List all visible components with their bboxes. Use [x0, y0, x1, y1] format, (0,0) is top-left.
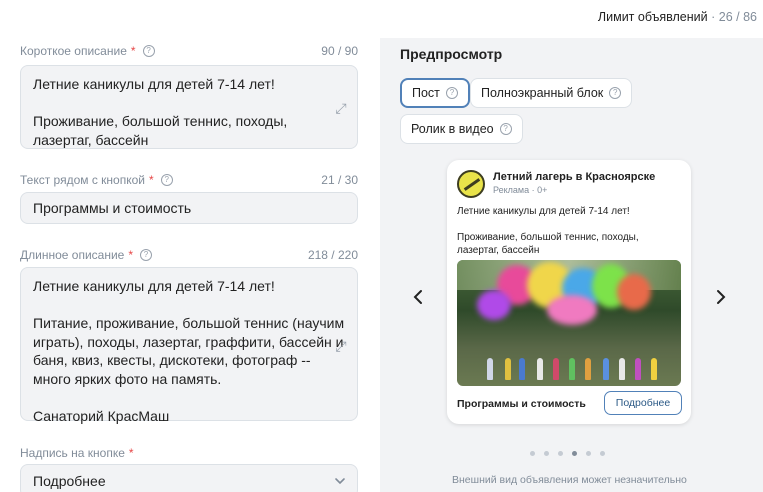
carousel-dot-active[interactable]: [572, 451, 577, 456]
avatar: [457, 170, 485, 198]
short-description-field[interactable]: Летние каникулы для детей 7-14 лет! Прож…: [20, 65, 358, 149]
help-icon[interactable]: ?: [609, 87, 622, 99]
ad-preview-card: Летний лагерь в Красноярске Реклама · 0+…: [447, 160, 691, 424]
help-icon[interactable]: ?: [140, 249, 152, 261]
short-description-counter: 90 / 90: [321, 44, 358, 58]
card-text-line: Летние каникулы для детей 7-14 лет!: [457, 206, 630, 217]
tab-post[interactable]: Пост ?: [400, 78, 470, 108]
card-text-line: Проживание, большой теннис, походы, лазе…: [457, 232, 639, 256]
carousel-dot[interactable]: [544, 451, 549, 456]
long-description-field[interactable]: Летние каникулы для детей 7-14 лет! Пита…: [20, 267, 358, 424]
carousel-dot[interactable]: [586, 451, 591, 456]
tab-video[interactable]: Ролик в видео ?: [400, 114, 523, 144]
long-description-label: Длинное описание * ?: [20, 248, 152, 262]
long-description-value: Летние каникулы для детей 7-14 лет! Пита…: [33, 278, 345, 424]
button-caption-select[interactable]: Подробнее: [20, 464, 358, 492]
chevron-right-icon[interactable]: [711, 288, 729, 306]
button-caption-label: Надпись на кнопке *: [20, 446, 134, 460]
button-text-field[interactable]: Программы и стоимость: [20, 192, 358, 224]
ads-limit-count: · 26 / 86: [711, 10, 757, 24]
carousel-dot[interactable]: [558, 451, 563, 456]
card-more-button[interactable]: Подробнее: [604, 391, 682, 415]
card-photo: [457, 260, 681, 386]
preview-title: Предпросмотр: [400, 46, 503, 62]
carousel-dot[interactable]: [530, 451, 535, 456]
ads-limit-label: Лимит объявлений: [597, 10, 708, 24]
help-icon[interactable]: ?: [160, 174, 173, 186]
help-icon[interactable]: ?: [445, 87, 458, 99]
ads-limit: Лимит объявлений · 26 / 86: [598, 10, 757, 24]
card-button-text: Программы и стоимость: [457, 398, 586, 410]
chevron-down-icon: [335, 478, 345, 485]
required-mark: *: [130, 44, 136, 58]
short-description-value: Летние каникулы для детей 7-14 лет! Прож…: [33, 76, 288, 148]
required-mark: *: [128, 248, 133, 262]
help-icon[interactable]: ?: [499, 123, 512, 135]
carousel-dot[interactable]: [600, 451, 605, 456]
top-bar: Лимит объявлений · 26 / 86: [0, 0, 763, 38]
card-author-name: Летний лагерь в Красноярске: [493, 171, 656, 183]
preview-footnote: Внешний вид объявления может незначитель…: [452, 474, 687, 486]
long-description-counter: 218 / 220: [307, 248, 358, 262]
short-description-label: Короткое описание * ?: [20, 44, 155, 58]
button-text-value: Программы и стоимость: [33, 200, 192, 216]
preview-panel: Предпросмотр Пост ? Полноэкранный блок ?…: [380, 38, 763, 492]
required-mark: *: [149, 173, 154, 187]
chevron-left-icon[interactable]: [410, 288, 428, 306]
ad-form: Короткое описание * ? 90 / 90 Летние кан…: [0, 38, 380, 492]
button-text-counter: 21 / 30: [321, 173, 358, 187]
button-text-label: Текст рядом с кнопкой * ?: [20, 173, 173, 187]
expand-icon[interactable]: ⤢: [333, 338, 349, 354]
card-sub: Реклама · 0+: [493, 185, 548, 195]
tab-fullscreen[interactable]: Полноэкранный блок ?: [470, 78, 633, 108]
expand-icon[interactable]: ⤢: [333, 100, 349, 116]
help-icon[interactable]: ?: [142, 45, 155, 57]
button-caption-value: Подробнее: [33, 473, 106, 489]
required-mark: *: [128, 446, 134, 460]
carousel-dots: [530, 451, 605, 456]
